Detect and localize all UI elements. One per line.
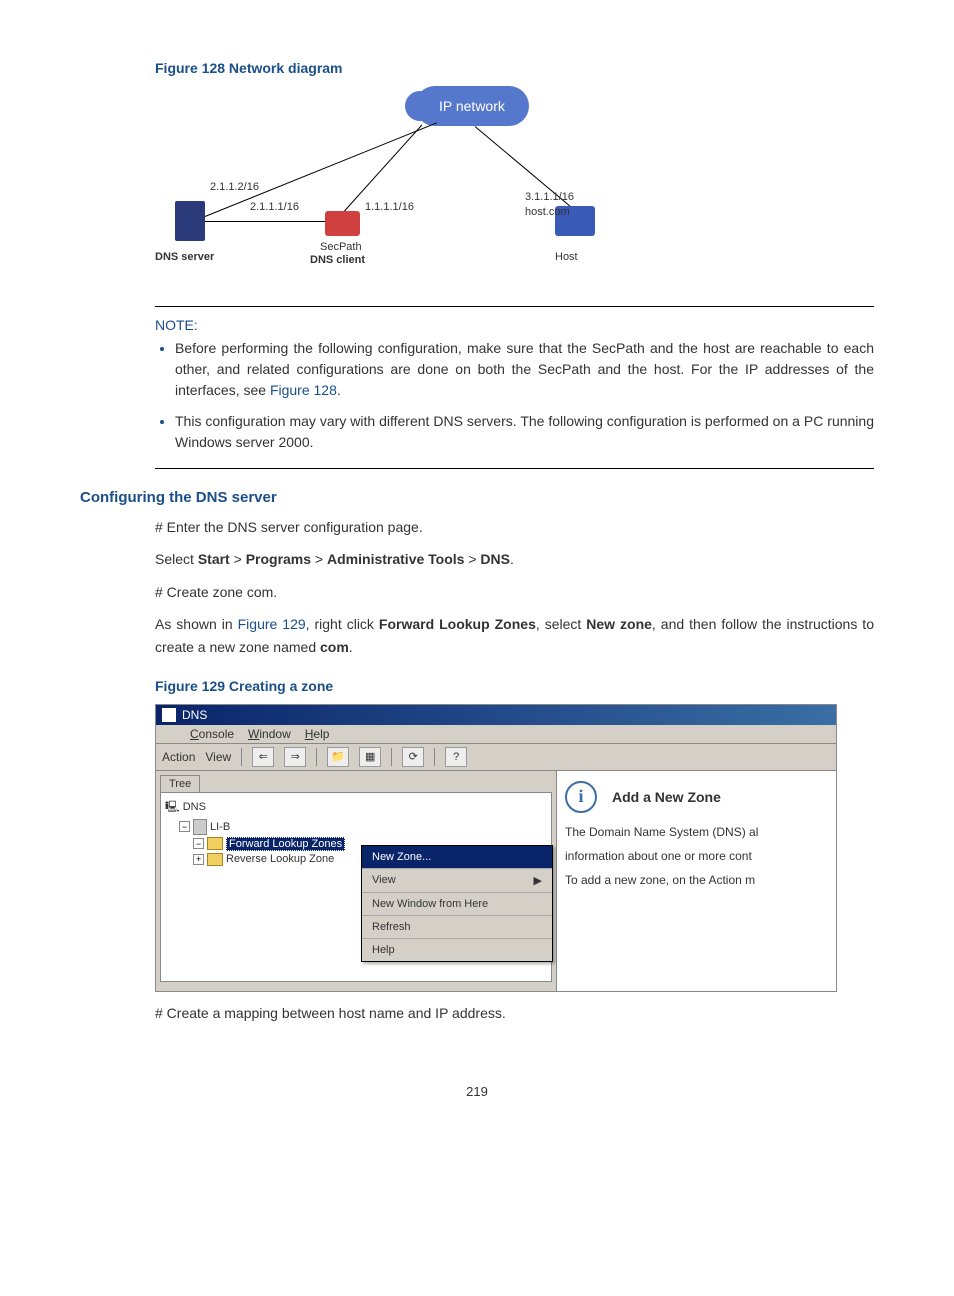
- tree-server[interactable]: − LI-B: [179, 818, 547, 836]
- dns-server-icon: [175, 201, 205, 241]
- collapse-icon[interactable]: −: [179, 821, 190, 832]
- figure-128-link[interactable]: Figure 128: [270, 382, 337, 398]
- folder-icon: [207, 853, 223, 866]
- note-list: Before performing the following configur…: [155, 338, 874, 453]
- dns-app-icon: [162, 708, 176, 722]
- paragraph-5: # Create a mapping between host name and…: [155, 1002, 874, 1024]
- menubar: Console Window Help: [156, 725, 836, 744]
- separator: [241, 748, 242, 766]
- context-new-window[interactable]: New Window from Here: [362, 893, 552, 916]
- show-hide-button[interactable]: ▦: [359, 747, 381, 767]
- paragraph-4: As shown in Figure 129, right click Forw…: [155, 613, 874, 658]
- secpath-left-ip-label: 2.1.1.1/16: [250, 201, 299, 213]
- menu-window[interactable]: Window: [248, 727, 291, 741]
- toolbar: Action View ⇐ ⇒ 📁 ▦ ⟳ ?: [156, 744, 836, 771]
- titlebar: DNS: [156, 705, 836, 725]
- secpath-right-ip-label: 1.1.1.1/16: [365, 201, 414, 213]
- context-new-zone[interactable]: New Zone...: [362, 846, 552, 869]
- menu-help[interactable]: Help: [305, 727, 330, 741]
- back-button[interactable]: ⇐: [252, 747, 274, 767]
- expand-icon[interactable]: +: [193, 854, 204, 865]
- divider: [155, 468, 874, 469]
- info-header: i Add a New Zone: [565, 781, 828, 813]
- secpath-router-icon: [325, 211, 360, 236]
- tree-root-dns[interactable]: 🖳DNS: [165, 797, 547, 818]
- dns-client-label: DNS client: [310, 254, 365, 266]
- menu-console[interactable]: Console: [190, 727, 234, 741]
- context-view[interactable]: View ▶: [362, 869, 552, 893]
- context-menu: New Zone... View ▶ New Window from Here …: [361, 845, 553, 962]
- dns-server-label: DNS server: [155, 251, 214, 263]
- network-diagram: IP network 2.1.1.2/16 2.1.1.1/16 1.1.1.1…: [155, 86, 874, 286]
- tree-tab[interactable]: Tree: [160, 775, 200, 792]
- toolbar-view[interactable]: View: [205, 750, 231, 764]
- context-help[interactable]: Help: [362, 939, 552, 961]
- host-domain-label: host.com: [525, 206, 570, 218]
- info-icon: i: [565, 781, 597, 813]
- divider: [155, 306, 874, 307]
- note-item-1: Before performing the following configur…: [175, 338, 874, 401]
- dns-server-ip-label: 2.1.1.2/16: [210, 181, 259, 193]
- figure-129-link[interactable]: Figure 129: [238, 616, 306, 632]
- paragraph-1: # Enter the DNS server configuration pag…: [155, 516, 874, 538]
- info-title: Add a New Zone: [612, 789, 721, 805]
- info-text-2: information about one or more cont: [565, 849, 828, 863]
- figure-128-caption: Figure 128 Network diagram: [155, 60, 874, 76]
- refresh-button[interactable]: ⟳: [402, 747, 424, 767]
- info-text-1: The Domain Name System (DNS) al: [565, 825, 828, 839]
- line: [205, 221, 335, 222]
- forward-button[interactable]: ⇒: [284, 747, 306, 767]
- up-button[interactable]: 📁: [327, 747, 349, 767]
- window-title: DNS: [182, 708, 207, 722]
- mmc-icon: [162, 727, 176, 741]
- info-text-3: To add a new zone, on the Action m: [565, 873, 828, 887]
- tree-pane: Tree 🖳DNS − LI-B − Forward Lookup Zones …: [156, 771, 557, 991]
- ip-network-cloud: IP network: [415, 86, 529, 126]
- context-refresh[interactable]: Refresh: [362, 916, 552, 939]
- note-label: NOTE:: [155, 317, 874, 333]
- toolbar-action[interactable]: Action: [162, 750, 195, 764]
- paragraph-2: Select Start > Programs > Administrative…: [155, 548, 874, 570]
- separator: [434, 748, 435, 766]
- figure-129-caption: Figure 129 Creating a zone: [155, 678, 874, 694]
- secpath-label: SecPath: [320, 241, 362, 253]
- folder-icon: [207, 837, 223, 850]
- dns-mmc-window: DNS Console Window Help Action View ⇐ ⇒ …: [155, 704, 837, 992]
- tree-selected-label: Forward Lookup Zones: [226, 837, 345, 851]
- separator: [316, 748, 317, 766]
- host-label: Host: [555, 251, 578, 263]
- separator: [391, 748, 392, 766]
- right-pane: i Add a New Zone The Domain Name System …: [557, 771, 836, 991]
- server-icon: [193, 819, 207, 835]
- section-heading-configuring-dns: Configuring the DNS server: [80, 489, 874, 506]
- collapse-icon[interactable]: −: [193, 838, 204, 849]
- tree-body: 🖳DNS − LI-B − Forward Lookup Zones + Rev…: [160, 792, 552, 982]
- content-area: Tree 🖳DNS − LI-B − Forward Lookup Zones …: [156, 771, 836, 991]
- paragraph-3: # Create zone com.: [155, 581, 874, 603]
- submenu-arrow-icon: ▶: [534, 874, 542, 887]
- page-number: 219: [80, 1084, 874, 1099]
- note-item-2: This configuration may vary with differe…: [175, 411, 874, 453]
- help-button[interactable]: ?: [445, 747, 467, 767]
- host-ip-label: 3.1.1.1/16: [525, 191, 574, 203]
